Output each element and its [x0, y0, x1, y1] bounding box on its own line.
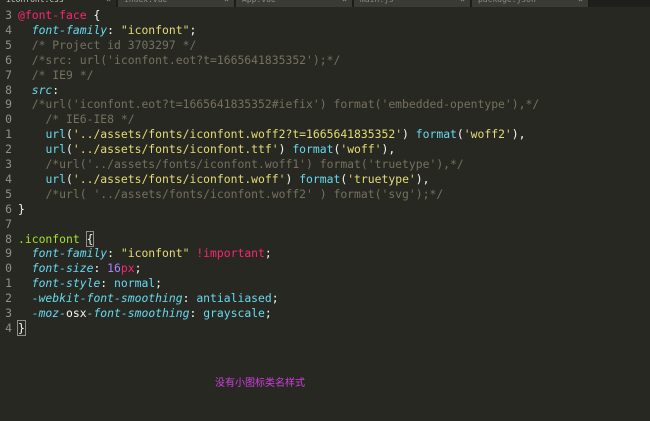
line-code: .iconfont {: [18, 230, 95, 247]
line-code: -moz-osx-font-smoothing: grayscale;: [31, 306, 272, 320]
line-number: 6: [5, 52, 12, 67]
line-number: 1: [5, 276, 12, 291]
code-line[interactable]: 7 /* IE9 */: [0, 68, 650, 83]
line-number: 4: [5, 171, 12, 186]
code-line[interactable]: 9 font-family: "iconfont" !important;: [0, 246, 650, 261]
line-number: 0: [5, 261, 12, 276]
code-line[interactable]: 1 font-style: normal;: [0, 276, 650, 291]
line-code: font-size: 16px;: [31, 261, 142, 276]
code-line[interactable]: 8 src:: [0, 83, 650, 98]
line-number: 9: [5, 97, 12, 112]
line-code: }: [17, 319, 26, 336]
line-code: url('../assets/fonts/iconfont.woff') for…: [45, 171, 430, 186]
line-code: /*url('iconfont.eot?t=1665641835352#iefi…: [31, 97, 540, 112]
code-line[interactable]: 3 @font-face {: [0, 8, 650, 23]
line-number: 4: [5, 22, 12, 37]
line-code: /* Project id 3703297 */: [31, 37, 197, 52]
line-code: src:: [31, 82, 60, 97]
line-number: 0: [5, 112, 12, 127]
line-number: 1: [5, 127, 12, 142]
close-icon[interactable]: ×: [342, 0, 347, 5]
tab-1[interactable]: index.vue ×: [118, 0, 235, 7]
line-code: font-style: normal;: [31, 276, 163, 291]
close-icon[interactable]: ×: [460, 0, 465, 5]
code-line[interactable]: 7: [0, 217, 650, 232]
code-line[interactable]: 6}: [0, 202, 650, 217]
code-line[interactable]: 6 /*src: url('iconfont.eot?t=16656418353…: [0, 53, 650, 68]
code-line[interactable]: 3 -moz-osx-font-smoothing: grayscale;: [0, 306, 650, 321]
code-line[interactable]: 2 -webkit-font-smoothing: antialiased;: [0, 291, 650, 306]
code-line[interactable]: 0 font-size: 16px;: [0, 261, 650, 276]
code-line[interactable]: 2 url('../assets/fonts/iconfont.ttf') fo…: [0, 142, 650, 157]
line-number: 7: [5, 67, 12, 82]
code-line[interactable]: 9 /*url('iconfont.eot?t=1665641835352#ie…: [0, 97, 650, 112]
code-line[interactable]: 5 /*url( '../assets/fonts/iconfont.woff2…: [0, 187, 650, 202]
line-number: 5: [5, 37, 12, 52]
line-code: url('../assets/fonts/iconfont.woff2?t=16…: [45, 127, 526, 142]
tab-label: main.js: [360, 0, 394, 4]
code-line[interactable]: 4}: [0, 319, 650, 336]
line-code: /*src: url('iconfont.eot?t=1665641835352…: [31, 52, 341, 67]
line-code: /* IE9 */: [31, 67, 94, 82]
code-line[interactable]: 0 /* IE6-IE8 */: [0, 112, 650, 127]
tab-4[interactable]: package.json ×: [472, 0, 589, 7]
annotation-text: 没有小图标类名样式: [215, 378, 305, 389]
line-number: 6: [5, 201, 12, 216]
line-code: font-family: "iconfont";: [31, 22, 197, 37]
line-number: 4: [5, 320, 12, 335]
tab-label: iconfont.css: [6, 0, 64, 4]
line-code: @font-face {: [18, 8, 101, 22]
line-code: /*url('../assets/fonts/iconfont.woff1') …: [45, 157, 464, 171]
code-line[interactable]: 8 .iconfont {: [0, 230, 650, 247]
line-code: /*url( '../assets/fonts/iconfont.woff2' …: [45, 186, 444, 201]
line-number: 3: [5, 8, 12, 22]
code-line[interactable]: 4 font-family: "iconfont";: [0, 23, 650, 38]
line-number: 5: [5, 186, 12, 201]
line-code: url('../assets/fonts/iconfont.ttf') form…: [45, 142, 396, 157]
tab-3[interactable]: main.js ×: [354, 0, 471, 7]
line-code: font-family: "iconfont" !important;: [31, 246, 272, 261]
code-editor[interactable]: 3 @font-face {4 font-family: "iconfont"; 5…: [0, 7, 650, 421]
tab-label: package.json: [478, 0, 536, 4]
tab-label: index.vue: [124, 0, 167, 4]
tab-0[interactable]: iconfont.css ×: [0, 0, 117, 7]
line-number: 3: [5, 306, 12, 320]
close-icon[interactable]: ×: [106, 0, 111, 5]
line-number: 8: [5, 231, 12, 246]
code-line[interactable]: 5 /* Project id 3703297 */: [0, 38, 650, 53]
line-code: /* IE6-IE8 */: [45, 112, 135, 127]
tab-label: App.vue: [242, 0, 276, 4]
close-icon[interactable]: ×: [224, 0, 229, 5]
tab-bar: iconfont.css×index.vue×App.vue×main.js×p…: [0, 0, 650, 7]
line-number: 2: [5, 142, 12, 157]
line-code: }: [18, 201, 25, 216]
code-line[interactable]: 3 /*url('../assets/fonts/iconfont.woff1'…: [0, 157, 650, 172]
line-number: 8: [5, 82, 12, 97]
line-number: 9: [5, 246, 12, 261]
close-icon[interactable]: ×: [578, 0, 583, 5]
tab-2[interactable]: App.vue ×: [236, 0, 353, 7]
line-number: 7: [5, 216, 12, 231]
line-number: 3: [5, 157, 12, 171]
code-line[interactable]: 4 url('../assets/fonts/iconfont.woff') f…: [0, 172, 650, 187]
line-number: 2: [5, 291, 12, 306]
code-line[interactable]: 1 url('../assets/fonts/iconfont.woff2?t=…: [0, 127, 650, 142]
line-code: -webkit-font-smoothing: antialiased;: [31, 291, 279, 306]
